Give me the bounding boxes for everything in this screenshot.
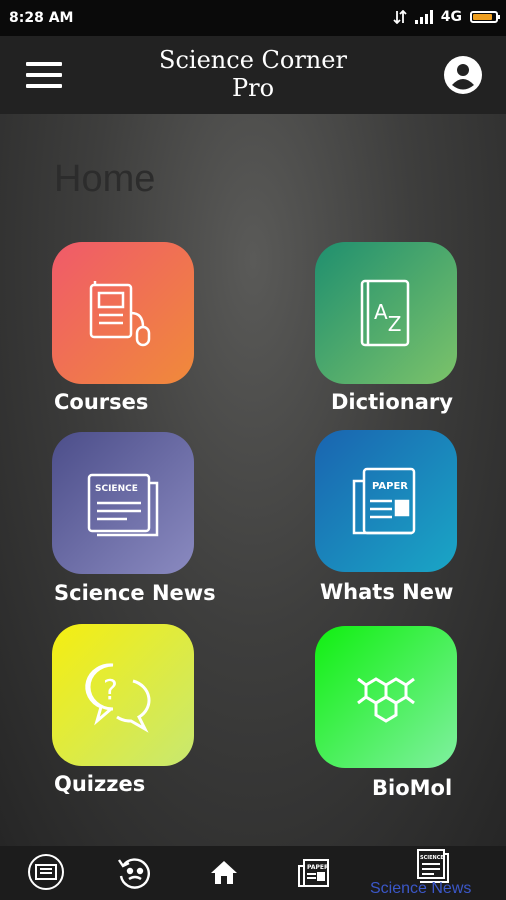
dictionary-tile[interactable]: AZ (315, 242, 457, 384)
network-type: 4G (440, 9, 462, 25)
courses-icon (89, 281, 151, 347)
quizzes-tile[interactable]: ? (52, 624, 194, 766)
app-title: Science Corner Pro (0, 46, 506, 102)
quizzes-label: Quizzes (54, 772, 146, 796)
science-news-tile[interactable]: SCIENCE (52, 432, 194, 574)
home-icon (211, 861, 237, 884)
science-news-label: Science News (54, 581, 216, 605)
courses-label: Courses (54, 390, 149, 414)
biomol-tile[interactable] (315, 626, 457, 768)
whats-new-tile[interactable]: PAPER (315, 430, 457, 572)
science-news-icon: SCIENCE (87, 473, 159, 537)
status-bar: 8:28 AM 4G (0, 0, 506, 36)
courses-tile[interactable] (52, 242, 194, 384)
battery-icon (470, 11, 500, 23)
nav-whats-new[interactable]: PAPER (294, 852, 334, 892)
paper-icon-text: PAPER (372, 481, 408, 492)
paper-nav-text: PAPER (307, 864, 329, 871)
bottom-nav: PAPER SCIENCE Science News (0, 846, 506, 900)
nav-courses[interactable] (26, 852, 66, 892)
profile-button[interactable] (444, 56, 482, 94)
home-content: Home Courses AZ Dictionary SCIENCE Scien… (0, 114, 506, 846)
app-bar: Science Corner Pro (0, 36, 506, 114)
status-time: 8:28 AM (9, 10, 74, 26)
status-icons: 4G (393, 9, 500, 25)
biomol-label: BioMol (372, 776, 453, 800)
az-text: AZ (374, 300, 401, 336)
svg-text:?: ? (103, 673, 118, 706)
dictionary-icon: AZ (360, 279, 410, 347)
data-transfer-icon (393, 10, 407, 24)
page-title: Home (54, 158, 156, 200)
molecule-icon (357, 677, 415, 723)
nav-home[interactable] (204, 852, 244, 892)
news-nav-text: SCIENCE (420, 855, 444, 861)
dictionary-label: Dictionary (331, 390, 453, 414)
paper-icon: PAPER (352, 467, 416, 535)
quiz-nav-icon (118, 858, 150, 889)
paper-nav-icon: PAPER (298, 859, 329, 887)
nav-active-label: Science News (370, 880, 472, 897)
news-icon-text: SCIENCE (95, 484, 138, 494)
signal-icon (414, 10, 433, 24)
courses-nav-icon (28, 854, 64, 890)
quiz-chat-icon: ? (85, 663, 151, 733)
nav-quiz[interactable] (115, 852, 155, 892)
account-icon (444, 56, 482, 94)
whats-new-label: Whats New (320, 580, 454, 604)
app-title-text: Science Corner Pro (159, 46, 347, 102)
